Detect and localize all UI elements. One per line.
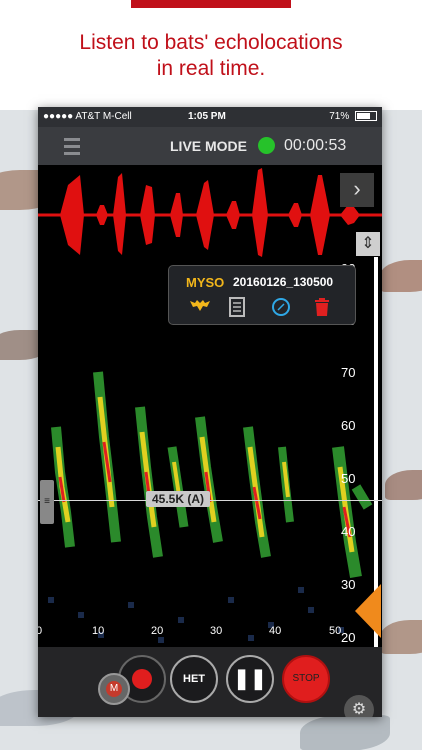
waveform-burst [96,205,108,225]
position-marker[interactable] [355,584,381,638]
mode-label: LIVE MODE [170,138,248,154]
drag-handle-icon[interactable]: ≡ [40,480,54,524]
het-label: HET [183,673,205,685]
app-header: LIVE MODE 00:00:53 [38,127,382,165]
waveform-panel: › [38,165,382,257]
menu-icon[interactable] [64,138,80,159]
bottom-toolbar: M HET ❚❚ STOP ⚙ [38,647,382,717]
call-sweep [195,416,223,543]
x-tick-label: 10 [92,625,105,637]
waveform-burst [340,205,360,225]
marker-button[interactable]: M [98,673,130,705]
call-sweep [278,446,294,523]
battery-status: 71% [329,111,377,122]
call-sweep [51,426,75,548]
call-sweep [93,371,121,543]
marker-button-label: M [106,681,122,697]
x-tick-label: 50 [329,625,342,637]
x-tick-label: 40 [269,625,282,637]
waveform-burst [140,185,155,245]
battery-icon [355,111,377,122]
leaf-decoration [380,620,422,654]
trash-icon[interactable] [311,297,333,319]
live-indicator [258,137,275,154]
pause-button[interactable]: ❚❚ [226,655,274,703]
waveform-burst [196,180,214,250]
call-sweep [332,446,373,579]
notes-icon[interactable] [226,297,248,319]
y-tick-label: 20 [341,630,356,645]
y-tick-label: 50 [341,471,356,486]
het-button[interactable]: HET [170,655,218,703]
y-tick-label: 40 [341,524,356,539]
phone-screen: ●●●●● AT&T M-Cell 1:05 PM 71% LIVE MODE … [38,107,382,717]
chevron-right-icon[interactable]: › [340,173,374,207]
top-accent-bar [131,0,291,8]
leaf-decoration [380,260,422,292]
waveform-burst [170,193,183,237]
waveform-burst [226,201,240,229]
frequency-cursor-label: 45.5K (A) [146,491,211,507]
species-code: MYSO [186,275,225,290]
status-bar: ●●●●● AT&T M-Cell 1:05 PM 71% [38,107,382,127]
waveform-burst [252,168,268,257]
call-sweep [167,446,189,528]
clock-label: 1:05 PM [188,111,226,122]
gear-icon[interactable]: ⚙ [344,695,374,717]
y-tick-label: 70 [341,365,356,380]
pause-icon: ❚❚ [233,668,267,690]
headline-line2: in real time. [156,57,266,80]
waveform-burst [60,175,84,255]
compass-icon[interactable] [270,297,292,319]
headline: Listen to bats' echolocations in real ti… [0,30,422,82]
recording-filename: 20160126_130500 [233,275,334,289]
call-sweep [243,426,271,558]
waveform-burst [310,175,330,255]
recording-info-card: MYSO 20160126_130500 [168,265,356,325]
x-tick-label: 20 [151,625,164,637]
bat-icon[interactable] [189,297,211,319]
recording-timer: 00:00:53 [284,137,347,154]
headline-line1: Listen to bats' echolocations [79,31,343,54]
split-view-icon[interactable]: ⇕ [356,232,380,256]
carrier-label: ●●●●● AT&T M-Cell [43,111,132,122]
leaf-decoration [385,470,422,500]
waveform-burst [113,173,126,255]
x-tick-label: 30 [210,625,223,637]
stop-label: STOP [292,673,320,684]
waveform-burst [288,203,302,227]
battery-percent: 71% [329,111,350,122]
leaf-decoration [300,715,390,750]
x-tick-label: 0 [38,625,43,637]
y-tick-label: 60 [341,418,356,433]
call-sweep [135,406,163,558]
stop-button[interactable]: STOP [282,655,330,703]
waveform-svg [38,168,382,257]
y-tick-label: 30 [341,577,356,592]
